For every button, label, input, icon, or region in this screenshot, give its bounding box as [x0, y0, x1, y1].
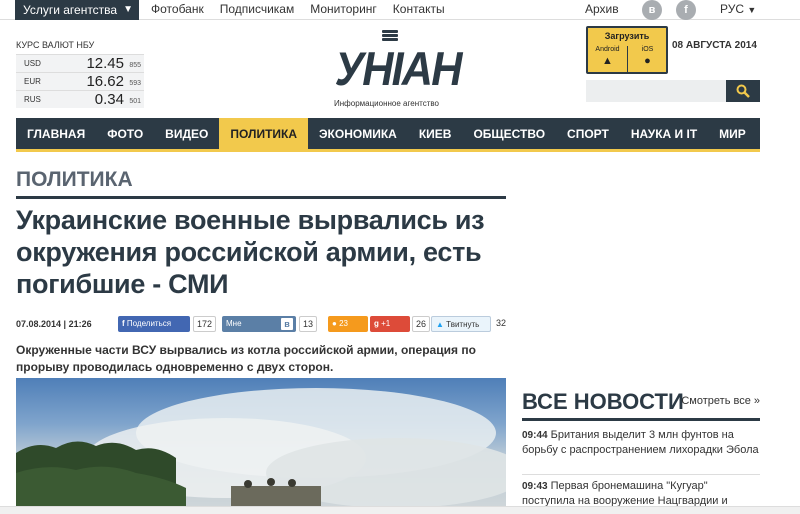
news-divider: [522, 474, 760, 475]
currency-sub: 593: [129, 80, 141, 87]
language-selector[interactable]: РУС ▼: [720, 0, 756, 19]
ios-label: iOS: [641, 46, 654, 53]
currency-value: 0.34: [94, 91, 124, 108]
top-bar: Услуги агентства ▼ Фотобанк Подписчикам …: [0, 0, 800, 20]
news-time: 09:43: [522, 481, 548, 492]
current-date: 08 АВГУСТА 2014: [672, 40, 757, 51]
search-input[interactable]: [586, 80, 726, 102]
see-all-news-link[interactable]: Смотреть все »: [681, 395, 760, 407]
news-title[interactable]: ВСЕ НОВОСТИ: [522, 389, 684, 415]
top-link-subscribers[interactable]: Подписчикам: [220, 0, 295, 20]
nav-item-video[interactable]: ВИДЕО: [154, 118, 219, 149]
currency-value: 16.62: [86, 73, 124, 90]
nav-item-politics[interactable]: ПОЛИТИКА: [219, 118, 309, 149]
news-header: ВСЕ НОВОСТИ Смотреть все »: [522, 389, 760, 421]
currency-row: USD 12.45 855: [16, 54, 144, 72]
article-datetime: 07.08.2014 | 21:26: [16, 319, 92, 329]
currency-code: RUS: [24, 95, 41, 104]
currency-title: КУРС ВАЛЮТ НБУ: [16, 40, 95, 50]
nav-item-home[interactable]: ГЛАВНАЯ: [16, 118, 96, 149]
google-plus-count: 26: [412, 316, 431, 332]
currency-widget: КУРС ВАЛЮТ НБУ USD 12.45 855 EUR 16.62 5…: [16, 40, 144, 108]
odnoklassniki-icon: ●: [332, 319, 337, 328]
site-logo[interactable]: УНІАН Информационное агентство: [330, 30, 463, 112]
services-label: Услуги агентства: [23, 3, 118, 17]
nav-item-science[interactable]: НАУКА И IT: [620, 118, 708, 149]
nav-item-society[interactable]: ОБЩЕСТВО: [462, 118, 556, 149]
vk-like-count: 13: [299, 316, 318, 332]
google-plus-icon: g: [374, 319, 379, 328]
services-dropdown[interactable]: Услуги агентства ▼: [15, 0, 139, 20]
article-headline: Украинские военные вырвались из окружени…: [16, 205, 485, 299]
vk-like-button[interactable]: Мне в: [222, 316, 296, 332]
horizontal-scrollbar[interactable]: [0, 506, 800, 514]
currency-row: EUR 16.62 593: [16, 72, 144, 90]
nav-item-economy[interactable]: ЭКОНОМИКА: [308, 118, 408, 149]
nav-item-curious[interactable]: КУРЬЁЗЫ: [757, 118, 800, 149]
twitter-share-button[interactable]: ▲ Твитнуть: [431, 316, 491, 332]
top-link-photobank[interactable]: Фотобанк: [151, 0, 204, 20]
currency-row: RUS 0.34 501: [16, 90, 144, 108]
news-item[interactable]: 09:44 Британия выделит 3 млн фунтов на б…: [522, 428, 760, 458]
google-plus-button[interactable]: g +1: [370, 316, 410, 332]
android-download-button[interactable]: Android ▲: [588, 46, 627, 72]
nav-item-photo[interactable]: ФОТО: [96, 118, 154, 149]
facebook-icon: f: [122, 319, 125, 328]
facebook-share-count: 172: [193, 316, 217, 332]
twitter-icon: ▲: [436, 320, 444, 329]
section-title[interactable]: ПОЛИТИКА: [16, 168, 506, 199]
app-download-title: Загрузить: [604, 31, 650, 41]
logo-word: УНІАН: [334, 42, 463, 95]
nav-item-sport[interactable]: СПОРТ: [556, 118, 620, 149]
vk-icon[interactable]: в: [642, 0, 662, 20]
news-text: Британия выделит 3 млн фунтов на борьбу …: [522, 429, 759, 456]
android-label: Android: [595, 46, 620, 53]
apple-icon: ●: [644, 55, 651, 67]
currency-sub: 501: [129, 98, 141, 105]
archive-link[interactable]: Архив: [585, 0, 619, 18]
twitter-share-count: 32: [493, 316, 510, 332]
currency-sub: 855: [129, 62, 141, 69]
chevron-down-icon: ▼: [123, 4, 133, 15]
odnoklassniki-button[interactable]: ● 23: [328, 316, 368, 332]
currency-code: EUR: [24, 77, 41, 86]
search-button[interactable]: [726, 80, 760, 102]
news-time: 09:44: [522, 430, 548, 441]
photo-scene: [16, 388, 506, 508]
currency-code: USD: [24, 59, 41, 68]
vk-icon: в: [281, 318, 293, 330]
app-download-box: Загрузить Android ▲ iOS ●: [586, 26, 668, 74]
top-link-monitoring[interactable]: Мониторинг: [310, 0, 377, 20]
article-photo: [16, 378, 506, 508]
nav-item-kyiv[interactable]: КИЕВ: [408, 118, 463, 149]
logo-tagline: Информационное агентство: [334, 99, 439, 108]
search-icon: [736, 84, 750, 98]
ios-download-button[interactable]: iOS ●: [628, 46, 667, 72]
chevron-down-icon: ▼: [747, 5, 757, 15]
logo-mark: [382, 30, 398, 42]
facebook-icon[interactable]: f: [676, 0, 696, 20]
main-nav: ГЛАВНАЯ ФОТО ВИДЕО ПОЛИТИКА ЭКОНОМИКА КИ…: [16, 118, 800, 152]
news-item[interactable]: 09:43 Первая бронемашина "Кугуар" поступ…: [522, 479, 760, 509]
nav-item-world[interactable]: МИР: [708, 118, 757, 149]
news-text: Первая бронемашина "Кугуар" поступила на…: [522, 480, 728, 507]
android-icon: ▲: [602, 55, 613, 67]
article-lead: Окруженные части ВСУ вырвались из котла …: [16, 343, 476, 374]
top-link-contacts[interactable]: Контакты: [393, 0, 445, 20]
top-links: Фотобанк Подписчикам Мониторинг Контакты: [151, 0, 445, 20]
facebook-share-button[interactable]: f Поделиться: [118, 316, 190, 332]
article-meta: 07.08.2014 | 21:26 f Поделиться 172 Мне …: [16, 316, 510, 332]
currency-value: 12.45: [86, 55, 124, 72]
